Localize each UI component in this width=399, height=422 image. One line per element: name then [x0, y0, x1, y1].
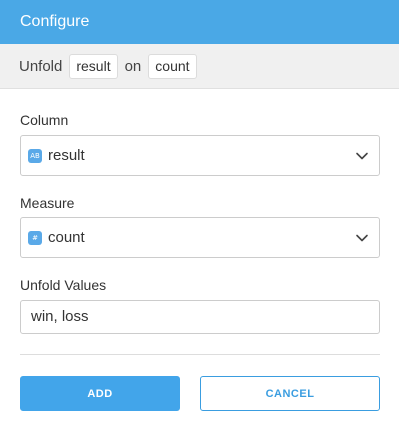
column-select[interactable]: AB result	[20, 135, 380, 176]
summary-column-chip: result	[69, 53, 118, 79]
number-type-icon: #	[28, 230, 42, 245]
column-select-value: result	[48, 147, 85, 164]
dialog-title: Configure	[20, 13, 90, 30]
cancel-button[interactable]: CANCEL	[200, 376, 380, 411]
text-type-icon: AB	[28, 148, 42, 163]
add-button[interactable]: ADD	[20, 376, 180, 411]
column-label: Column	[20, 112, 69, 128]
divider	[20, 354, 380, 355]
measure-label: Measure	[20, 195, 75, 211]
chevron-down-icon[interactable]	[355, 231, 369, 245]
unfold-values-input[interactable]: win, loss	[20, 300, 380, 334]
summary-prefix: Unfold	[19, 57, 63, 75]
chevron-down-icon[interactable]	[355, 149, 369, 163]
unfold-values-label: Unfold Values	[20, 277, 107, 293]
measure-select[interactable]: # count	[20, 217, 380, 258]
measure-select-value: count	[48, 229, 85, 246]
summary-connector: on	[124, 57, 142, 75]
dialog-header: Configure	[0, 0, 399, 44]
summary-measure-chip: count	[148, 53, 197, 79]
unfold-summary: Unfold result on count	[0, 44, 399, 89]
